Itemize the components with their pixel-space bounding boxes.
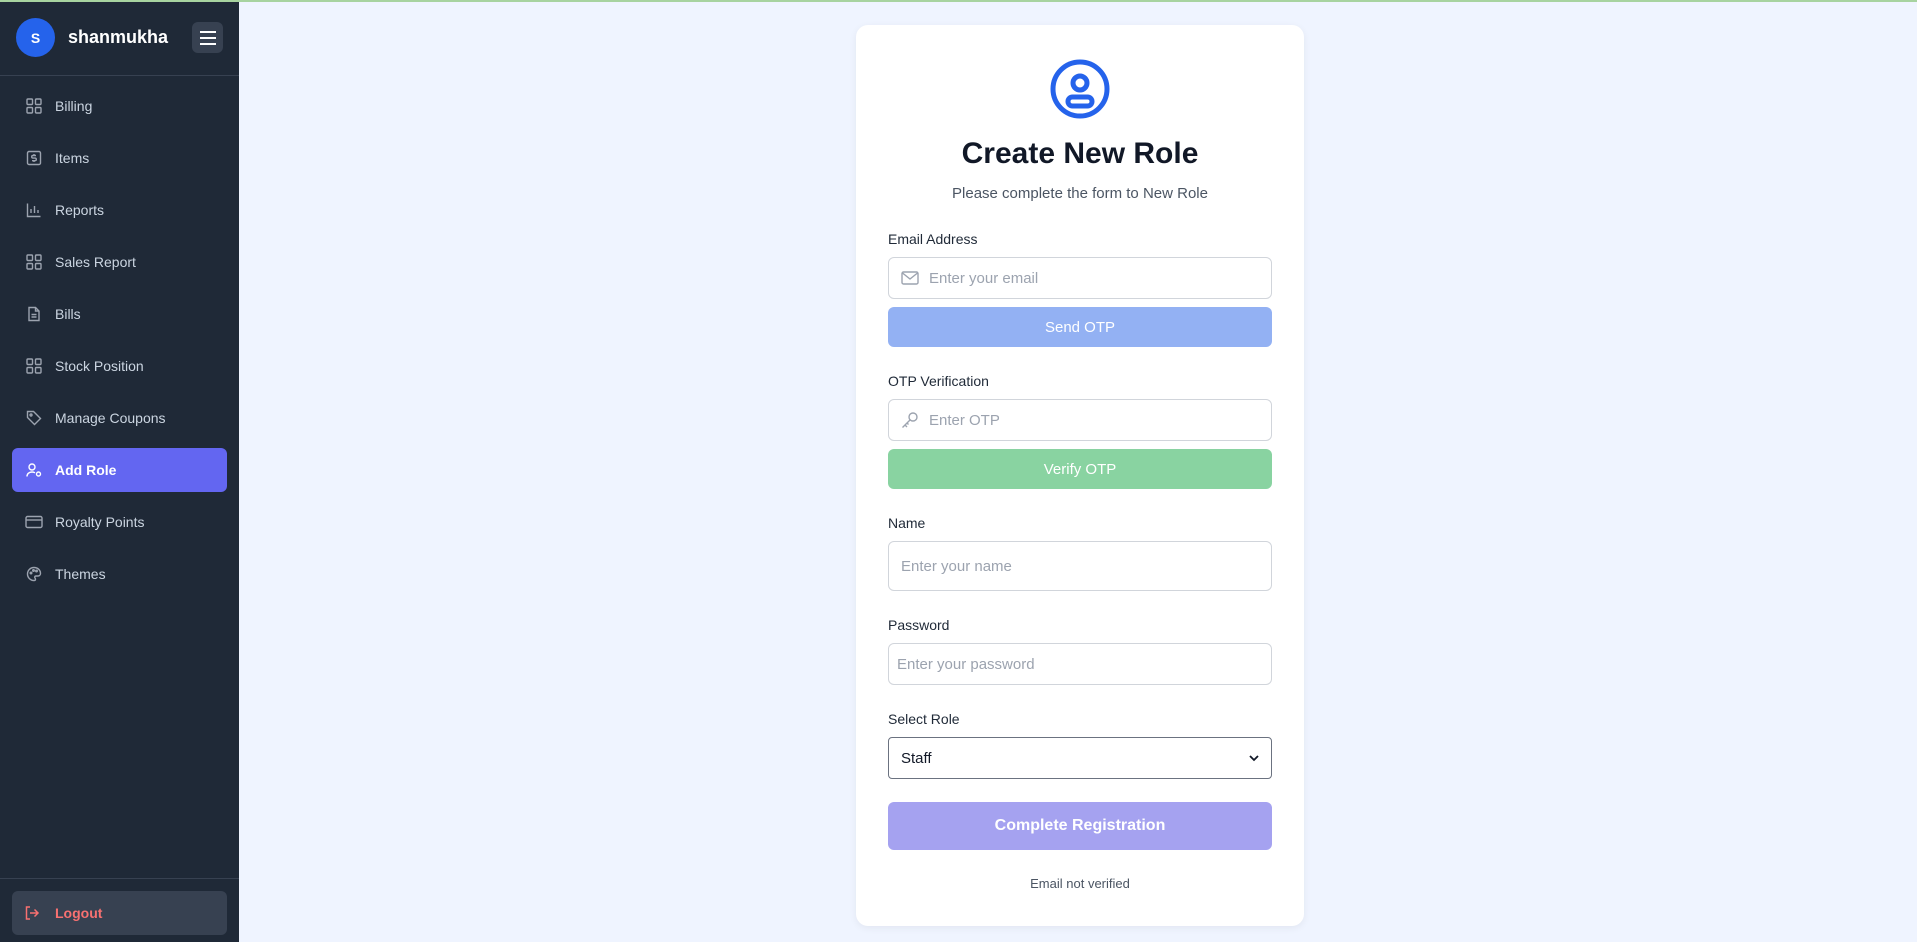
sidebar-item-reports[interactable]: Reports (12, 188, 227, 232)
sidebar-item-label: Stock Position (55, 358, 144, 374)
password-field[interactable]: Enter your password (888, 643, 1272, 685)
sidebar-item-label: Add Role (55, 462, 117, 478)
sidebar-item-label: Themes (55, 566, 106, 582)
name-label: Name (888, 515, 926, 531)
sidebar-item-royalty-points[interactable]: Royalty Points (12, 500, 227, 544)
logout-label: Logout (55, 905, 103, 921)
sidebar-item-themes[interactable]: Themes (12, 552, 227, 596)
email-label: Email Address (888, 231, 978, 247)
email-field[interactable]: Enter your email (888, 257, 1272, 299)
grid-icon (24, 252, 44, 272)
role-label: Select Role (888, 711, 960, 727)
bar-chart-icon (24, 200, 44, 220)
sidebar-item-add-role[interactable]: Add Role (12, 448, 227, 492)
email-placeholder: Enter your email (929, 269, 1039, 287)
sidebar-header: S shanmukha (0, 0, 239, 76)
tag-icon (24, 408, 44, 428)
user-circle-icon (1050, 59, 1110, 119)
top-progress-line (0, 0, 1917, 2)
grid-icon (24, 356, 44, 376)
role-select[interactable]: Staff (888, 737, 1272, 779)
palette-icon (24, 564, 44, 584)
logout-button[interactable]: Logout (12, 891, 227, 935)
sidebar-item-items[interactable]: Items (12, 136, 227, 180)
sidebar-item-billing[interactable]: Billing (12, 84, 227, 128)
page-title: Create New Role (961, 137, 1199, 170)
sidebar-item-label: Royalty Points (55, 514, 145, 530)
sidebar-item-label: Items (55, 150, 90, 166)
complete-registration-button[interactable]: Complete Registration (888, 802, 1272, 850)
chevron-down-icon (1249, 754, 1259, 761)
card-icon (24, 512, 44, 532)
logout-icon (24, 903, 44, 923)
grid-icon (24, 96, 44, 116)
dollar-square-icon (24, 148, 44, 168)
sidebar: S shanmukha Billing Items Reports Sales … (0, 0, 239, 942)
sidebar-item-bills[interactable]: Bills (12, 292, 227, 336)
document-icon (24, 304, 44, 324)
sidebar-item-label: Manage Coupons (55, 410, 166, 426)
password-label: Password (888, 617, 950, 633)
otp-label: OTP Verification (888, 373, 989, 389)
menu-toggle-button[interactable] (192, 22, 223, 53)
name-placeholder: Enter your name (901, 557, 1012, 575)
send-otp-button[interactable]: Send OTP (888, 307, 1272, 347)
otp-field[interactable]: Enter OTP (888, 399, 1272, 441)
sidebar-footer: Logout (0, 878, 239, 942)
sidebar-item-label: Billing (55, 98, 93, 114)
verification-status: Email not verified (1030, 876, 1130, 891)
verify-otp-button[interactable]: Verify OTP (888, 449, 1272, 489)
mail-icon (901, 269, 919, 287)
page-subtitle: Please complete the form to New Role (952, 185, 1208, 202)
user-add-icon (24, 460, 44, 480)
key-icon (901, 411, 919, 429)
sidebar-item-sales-report[interactable]: Sales Report (12, 240, 227, 284)
create-role-card: Create New Role Please complete the form… (856, 25, 1304, 926)
password-placeholder: Enter your password (897, 655, 1035, 673)
hamburger-icon (199, 30, 216, 45)
sidebar-item-label: Sales Report (55, 254, 136, 270)
role-selected-value: Staff (901, 749, 932, 767)
name-field[interactable]: Enter your name (888, 541, 1272, 591)
sidebar-item-stock-position[interactable]: Stock Position (12, 344, 227, 388)
sidebar-item-label: Reports (55, 202, 105, 218)
avatar[interactable]: S (16, 18, 55, 57)
sidebar-item-manage-coupons[interactable]: Manage Coupons (12, 396, 227, 440)
otp-placeholder: Enter OTP (929, 411, 1000, 429)
sidebar-nav: Billing Items Reports Sales Report Bills… (0, 76, 239, 596)
sidebar-item-label: Bills (55, 306, 81, 322)
username: shanmukha (68, 27, 169, 47)
